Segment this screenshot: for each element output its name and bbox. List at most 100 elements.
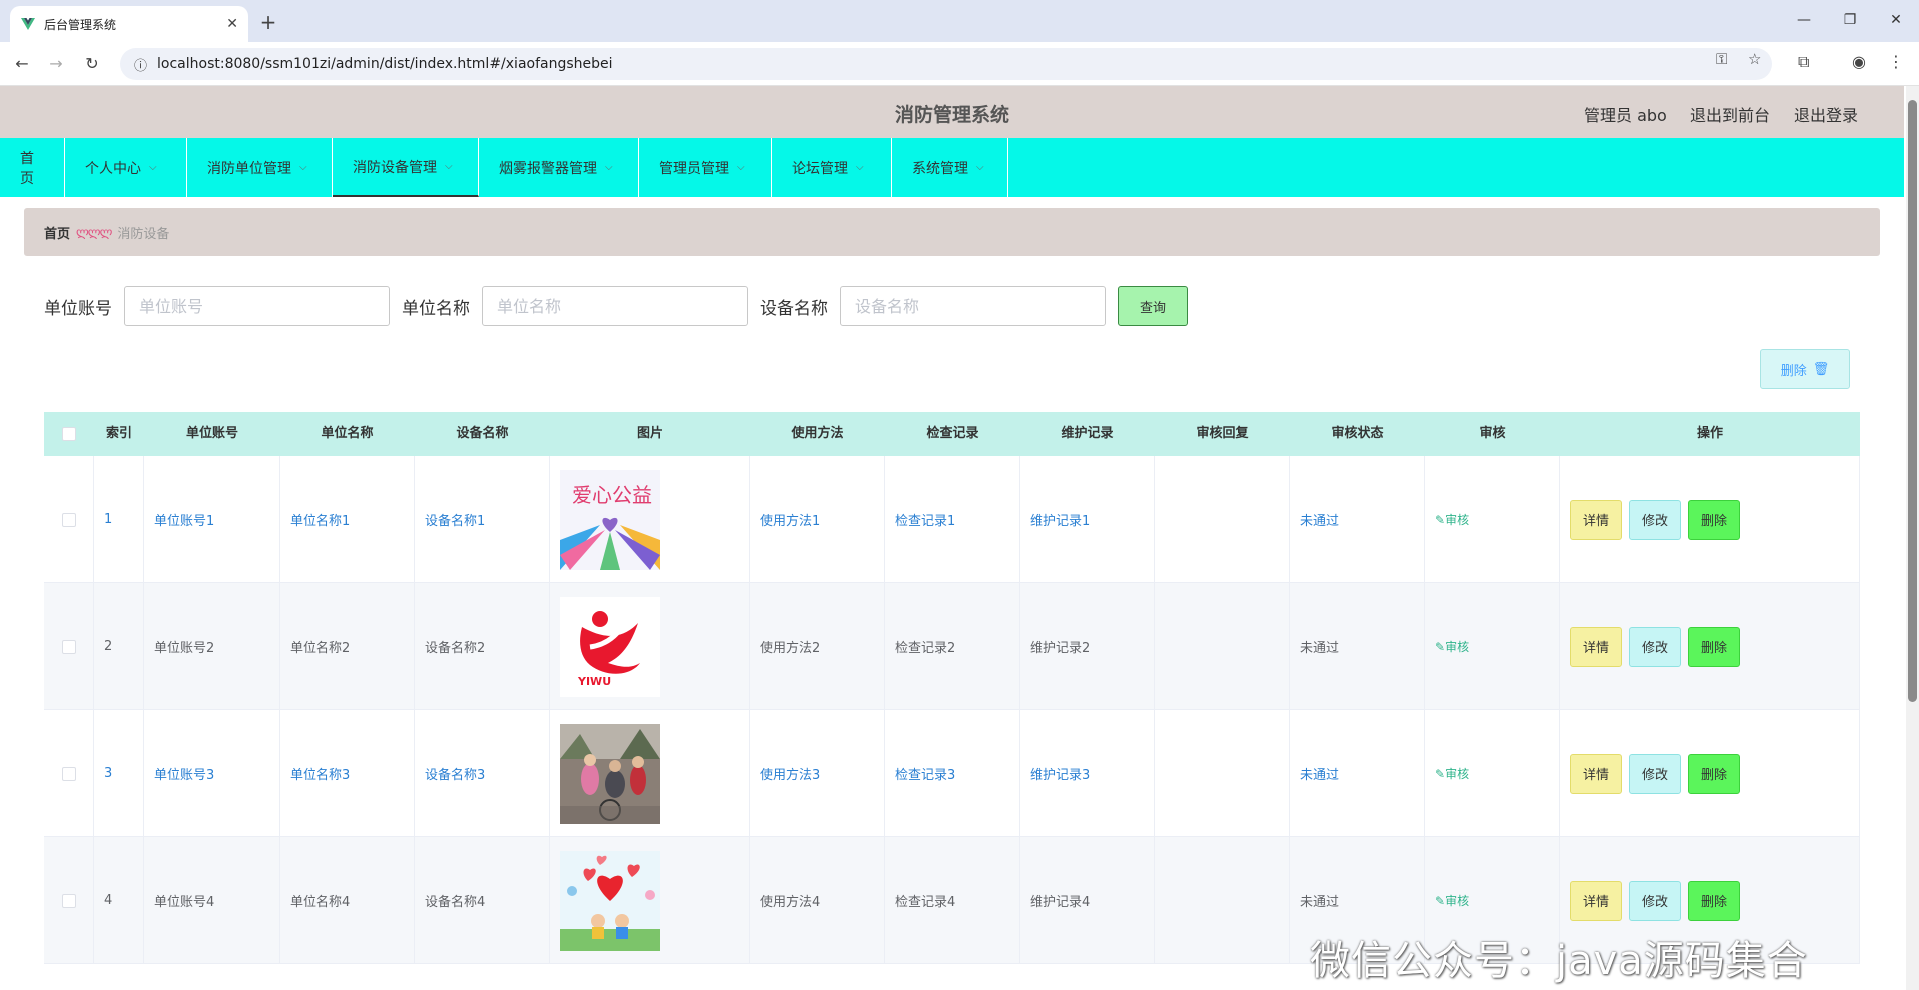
- url-text[interactable]: localhost:8080/ssm101zi/admin/dist/index…: [157, 56, 613, 72]
- omnibox[interactable]: ⓘ localhost:8080/ssm101zi/admin/dist/ind…: [120, 48, 1772, 80]
- row-method: 使用方法2: [750, 583, 885, 710]
- nav-fire-equipment[interactable]: 消防设备管理 ⌵: [333, 138, 479, 197]
- row-method: 使用方法1: [750, 456, 885, 583]
- nav-system[interactable]: 系统管理 ⌵: [892, 138, 1008, 197]
- edit-button[interactable]: 修改: [1629, 499, 1682, 540]
- profile-icon[interactable]: ◉: [1852, 52, 1866, 71]
- row-check: 检查记录2: [885, 583, 1020, 710]
- nav-personal-center[interactable]: 个人中心 ⌵: [65, 138, 187, 197]
- menu-dots-icon[interactable]: ⋮: [1888, 52, 1904, 71]
- delete-button[interactable]: 删除: [1688, 880, 1741, 921]
- chevron-down-icon: ⌵: [856, 162, 864, 173]
- site-info-icon[interactable]: ⓘ: [134, 55, 147, 74]
- row-actions: 详情 修改 删除: [1560, 456, 1860, 583]
- nav-fire-unit[interactable]: 消防单位管理 ⌵: [187, 138, 333, 197]
- table-row: 2 单位账号2 单位名称2 设备名称2 YIWU 使用方法2 检查记录2 维护记…: [44, 583, 1860, 710]
- header-actions: 操作: [1696, 426, 1723, 441]
- close-window-icon[interactable]: ✕: [1874, 6, 1918, 34]
- scrollbar-thumb[interactable]: [1908, 100, 1917, 702]
- batch-delete-button[interactable]: 删除 🗑: [1760, 349, 1850, 389]
- row-checkbox[interactable]: [44, 710, 94, 837]
- detail-button[interactable]: 详情: [1570, 753, 1623, 794]
- watermark-text: 微信公众号：java源码集合: [1310, 938, 1808, 984]
- bookmark-star-icon[interactable]: ☆: [1748, 50, 1761, 68]
- new-tab-button[interactable]: +: [254, 8, 282, 36]
- device-name-input[interactable]: [840, 286, 1106, 326]
- query-button[interactable]: 查询: [1118, 286, 1188, 326]
- row-image: [550, 837, 750, 964]
- row-check: 检查记录1: [885, 456, 1020, 583]
- edit-button[interactable]: 修改: [1629, 626, 1682, 667]
- table-header: 索引 单位账号 单位名称 设备名称 图片 使用方法 检查记录 维护记录 审核回复…: [44, 412, 1860, 456]
- header-image: 图片: [636, 426, 663, 441]
- detail-button[interactable]: 详情: [1570, 880, 1623, 921]
- row-device: 设备名称3: [415, 710, 550, 837]
- chevron-down-icon: ⌵: [605, 162, 613, 173]
- row-status: 未通过: [1290, 456, 1425, 583]
- row-checkbox[interactable]: [44, 583, 94, 710]
- row-device: 设备名称1: [415, 456, 550, 583]
- row-device: 设备名称4: [415, 837, 550, 964]
- trash-icon: 🗑: [1812, 361, 1830, 377]
- unit-name-input[interactable]: [482, 286, 748, 326]
- row-checkbox[interactable]: [44, 837, 94, 964]
- page-scrollbar[interactable]: [1906, 86, 1919, 990]
- nav-smoke-alarm[interactable]: 烟雾报警器管理 ⌵: [479, 138, 639, 197]
- minimize-icon[interactable]: —: [1782, 6, 1826, 34]
- back-icon[interactable]: ←: [10, 52, 34, 76]
- to-front-link[interactable]: 退出到前台: [1690, 102, 1770, 126]
- forward-icon[interactable]: →: [44, 52, 68, 76]
- audit-link[interactable]: ✎ 审核: [1425, 583, 1560, 710]
- admin-name: 管理员 abo: [1584, 106, 1667, 125]
- password-key-icon[interactable]: ⚿: [1716, 50, 1727, 68]
- restore-icon[interactable]: ❐: [1828, 6, 1872, 34]
- row-check: 检查记录4: [885, 837, 1020, 964]
- audit-link[interactable]: ✎ 审核: [1425, 710, 1560, 837]
- breadcrumb: 首页 ლლლ 消防设备: [24, 208, 1880, 256]
- edit-button[interactable]: 修改: [1629, 753, 1682, 794]
- row-reply: [1155, 837, 1290, 964]
- tab-search-icon[interactable]: ⧉: [1798, 52, 1809, 72]
- row-index: 3: [94, 710, 144, 837]
- svg-text:YIWU: YIWU: [577, 675, 611, 688]
- delete-button[interactable]: 删除: [1688, 626, 1741, 667]
- header-reply: 审核回复: [1196, 426, 1249, 441]
- row-index: 4: [94, 837, 144, 964]
- logout-link[interactable]: 退出登录: [1794, 102, 1858, 126]
- header-status: 审核状态: [1331, 426, 1384, 441]
- row-checkbox[interactable]: [44, 456, 94, 583]
- hearts-illustration-image: [560, 850, 660, 951]
- header-maintenance: 维护记录: [1061, 426, 1114, 441]
- search-form: 单位账号 单位名称 设备名称 查询: [44, 286, 1188, 326]
- unit-account-input[interactable]: [124, 286, 390, 326]
- browser-tab[interactable]: 后台管理系统 ✕: [10, 6, 248, 42]
- nav-admin-manage[interactable]: 管理员管理 ⌵: [639, 138, 772, 197]
- chevron-down-icon: ⌵: [445, 161, 453, 172]
- row-image: [550, 710, 750, 837]
- delete-button[interactable]: 删除: [1688, 499, 1741, 540]
- detail-button[interactable]: 详情: [1570, 626, 1623, 667]
- browser-tabbar: 后台管理系统 ✕ + — ❐ ✕: [0, 0, 1919, 42]
- close-tab-icon[interactable]: ✕: [226, 16, 238, 32]
- nav-home[interactable]: 首页: [0, 138, 65, 197]
- detail-button[interactable]: 详情: [1570, 499, 1623, 540]
- row-index: 2: [94, 583, 144, 710]
- breadcrumb-home[interactable]: 首页: [44, 223, 70, 242]
- delete-button[interactable]: 删除: [1688, 753, 1741, 794]
- row-actions: 详情 修改 删除: [1560, 710, 1860, 837]
- select-all-checkbox[interactable]: [44, 412, 94, 456]
- audit-link[interactable]: ✎ 审核: [1425, 456, 1560, 583]
- breadcrumb-current: 消防设备: [117, 226, 170, 242]
- row-method: 使用方法4: [750, 837, 885, 964]
- breadcrumb-separator-icon: ლლლ: [76, 225, 112, 239]
- row-actions: 详情 修改 删除: [1560, 583, 1860, 710]
- row-device: 设备名称2: [415, 583, 550, 710]
- row-account: 单位账号1: [144, 456, 280, 583]
- reload-icon[interactable]: ↻: [80, 52, 104, 76]
- row-reply: [1155, 710, 1290, 837]
- edit-button[interactable]: 修改: [1629, 880, 1682, 921]
- row-account: 单位账号4: [144, 837, 280, 964]
- nav-forum[interactable]: 论坛管理 ⌵: [772, 138, 892, 197]
- edit-icon: ✎: [1435, 512, 1446, 527]
- edit-icon: ✎: [1435, 766, 1446, 781]
